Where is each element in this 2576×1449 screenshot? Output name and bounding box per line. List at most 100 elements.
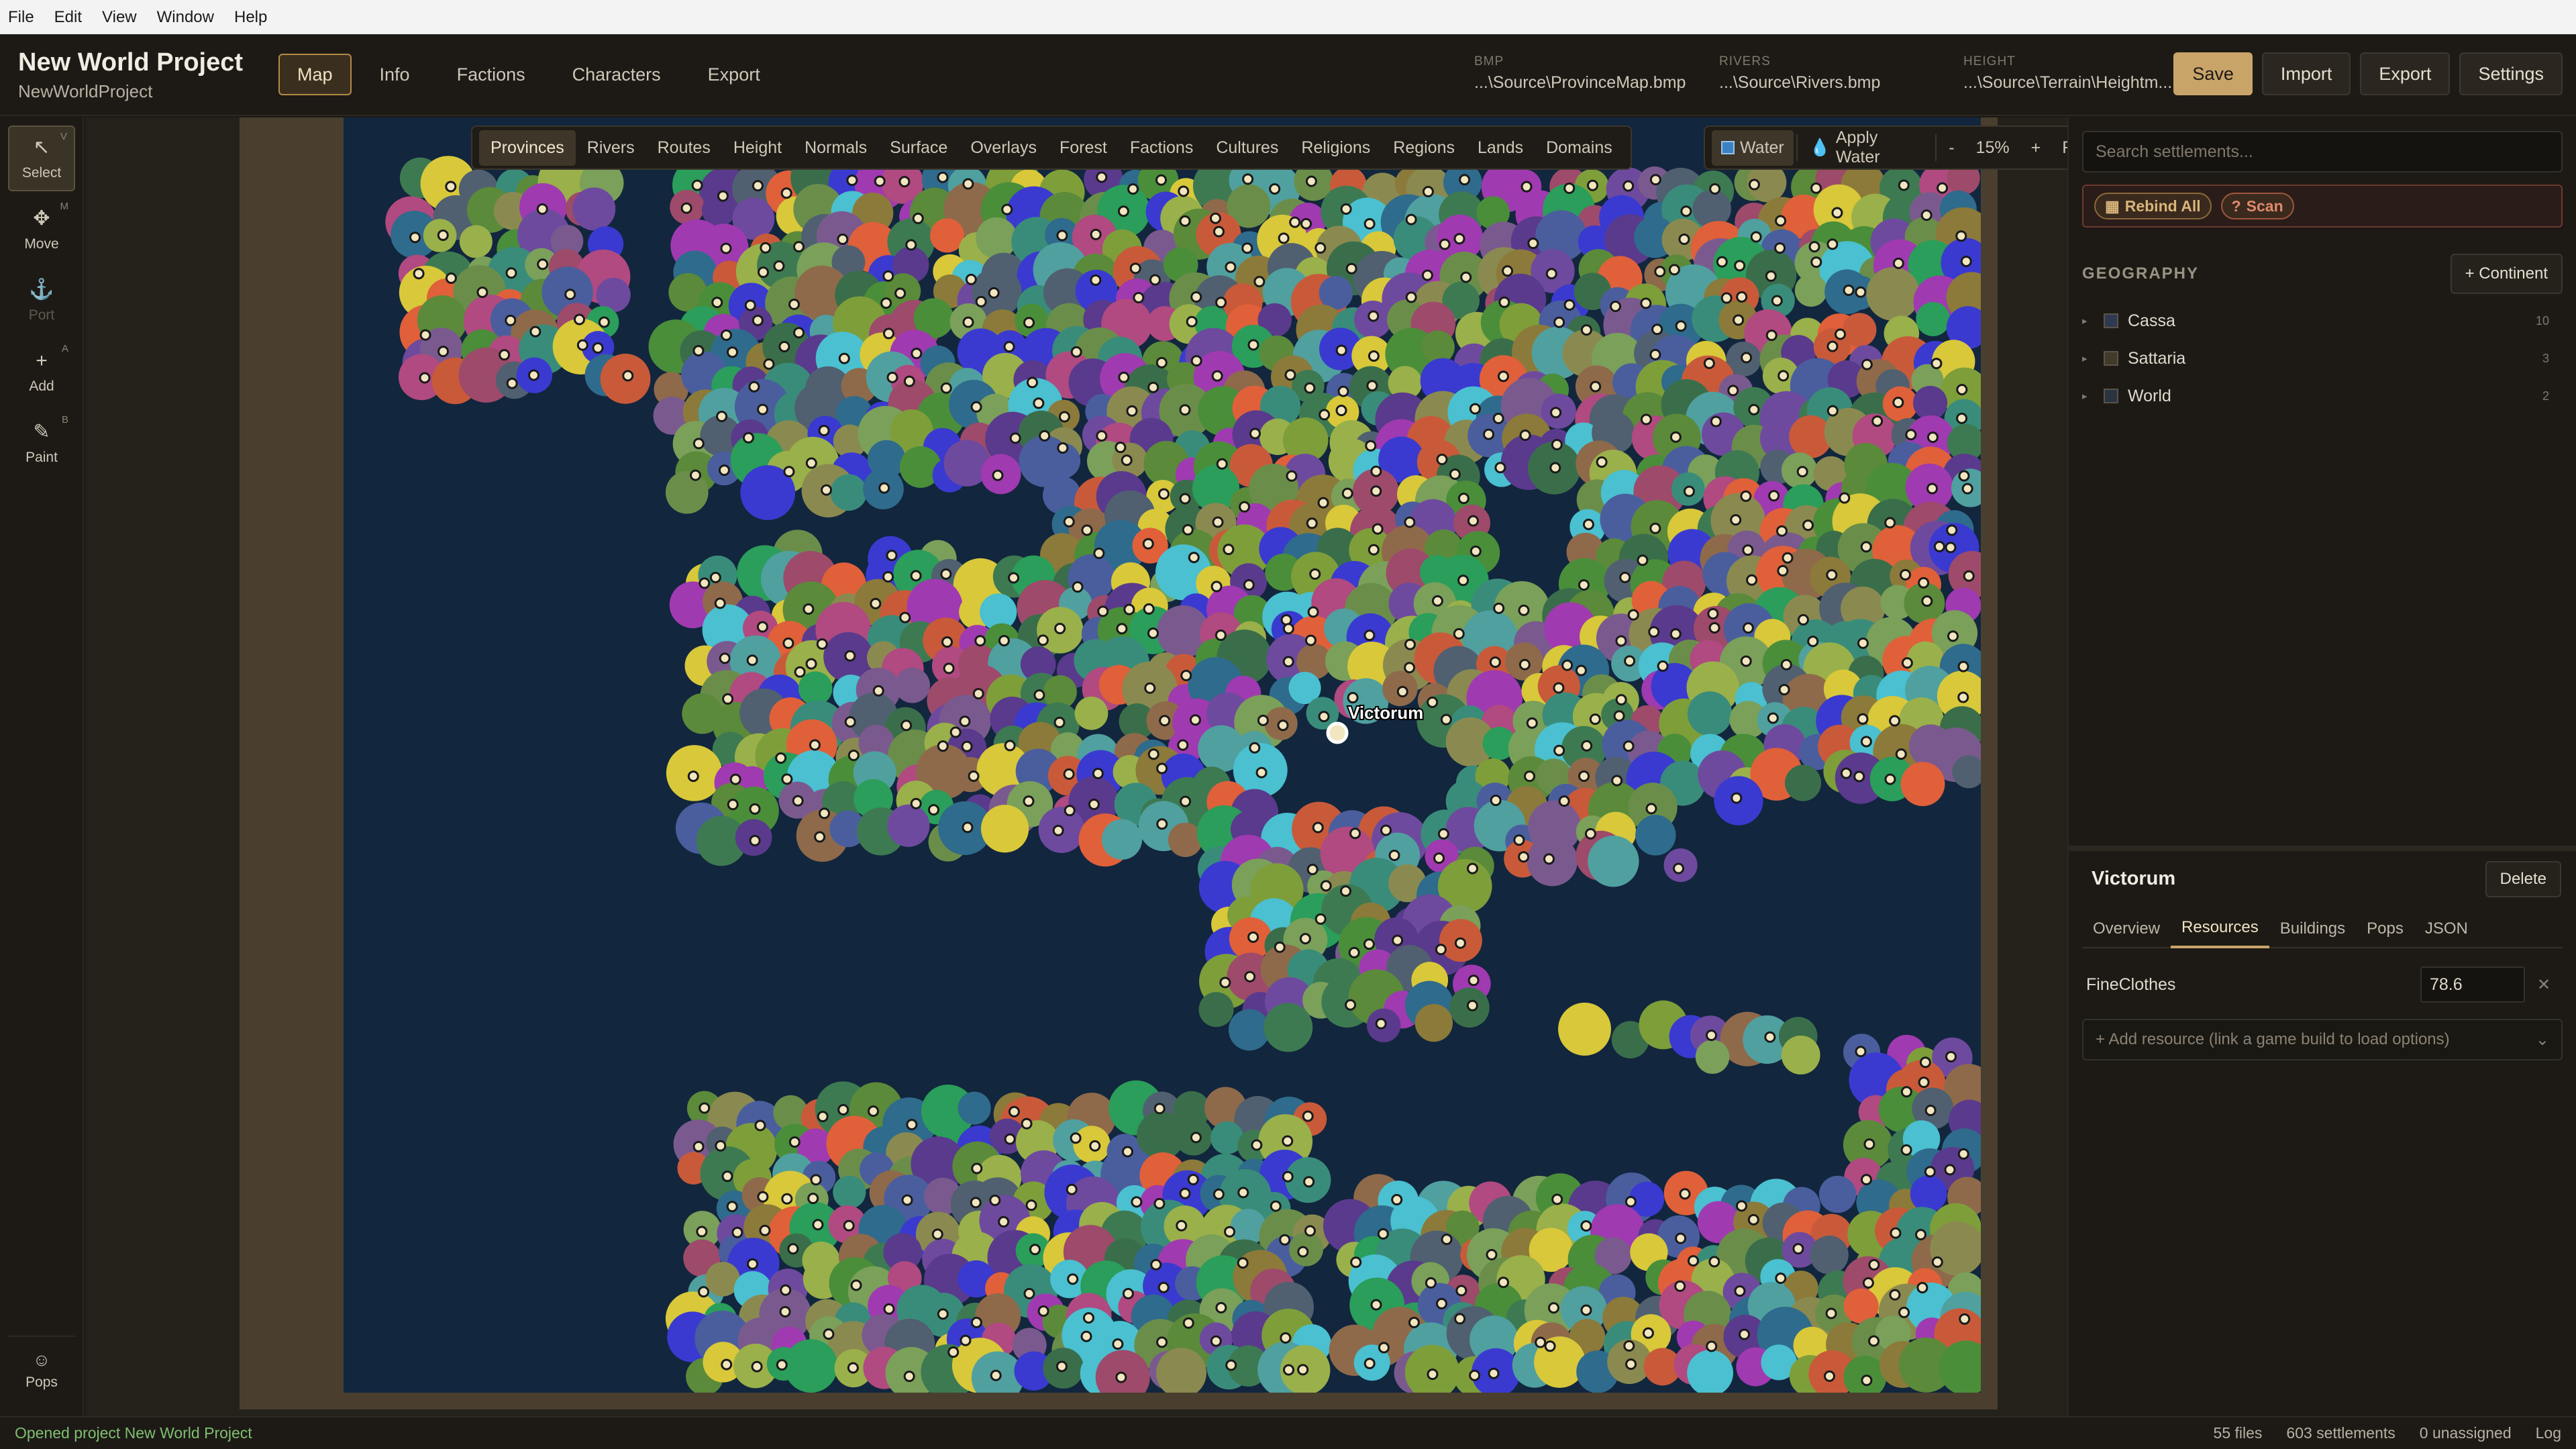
settlement-marker[interactable] bbox=[729, 773, 741, 785]
settlement-marker[interactable] bbox=[1494, 462, 1506, 474]
menu-view[interactable]: View bbox=[102, 8, 137, 27]
settlement-marker[interactable] bbox=[1619, 571, 1631, 583]
settlement-marker[interactable] bbox=[1431, 595, 1443, 607]
settlement-marker[interactable] bbox=[990, 1369, 1002, 1381]
settlement-marker[interactable] bbox=[528, 369, 540, 381]
settlement-marker[interactable] bbox=[1052, 825, 1064, 837]
settlement-marker[interactable] bbox=[1318, 711, 1330, 723]
settlement-marker[interactable] bbox=[1224, 1226, 1236, 1238]
settlement-marker[interactable] bbox=[1916, 1282, 1928, 1294]
settlement-marker[interactable] bbox=[1286, 470, 1298, 482]
settlement-marker[interactable] bbox=[1335, 405, 1347, 417]
settlement-marker[interactable] bbox=[698, 1286, 710, 1298]
settlement-marker[interactable] bbox=[709, 571, 721, 583]
settlement-marker[interactable] bbox=[1492, 413, 1504, 425]
settlement-marker[interactable] bbox=[1303, 1176, 1315, 1188]
settlement-marker[interactable] bbox=[1551, 1193, 1563, 1205]
province-cell[interactable] bbox=[459, 225, 493, 258]
settlement-marker[interactable] bbox=[937, 171, 949, 183]
settlement-marker[interactable] bbox=[1710, 415, 1722, 428]
settlement-marker[interactable] bbox=[937, 740, 949, 752]
province-cell[interactable] bbox=[958, 1091, 991, 1125]
settlement-marker[interactable] bbox=[1304, 1225, 1316, 1237]
settlement-marker[interactable] bbox=[1123, 603, 1135, 615]
settlement-marker[interactable] bbox=[1736, 291, 1748, 303]
settlement-marker[interactable] bbox=[1731, 792, 1743, 804]
settlement-marker[interactable] bbox=[1947, 630, 1959, 642]
save-button[interactable]: Save bbox=[2173, 52, 2253, 95]
settlement-marker[interactable] bbox=[1581, 740, 1593, 752]
province-cell[interactable] bbox=[1781, 1036, 1820, 1075]
settlement-marker[interactable] bbox=[1082, 1312, 1094, 1324]
settlement-marker[interactable] bbox=[476, 287, 488, 299]
settlement-marker[interactable] bbox=[1708, 1256, 1720, 1268]
settlement-marker[interactable] bbox=[1212, 516, 1224, 528]
tab-buildings[interactable]: Buildings bbox=[2269, 909, 2356, 948]
settlement-marker[interactable] bbox=[1782, 552, 1794, 564]
settlement-marker[interactable] bbox=[874, 175, 886, 187]
settlement-marker[interactable] bbox=[910, 797, 922, 809]
settlement-marker[interactable] bbox=[1898, 1306, 1910, 1318]
settlement-marker[interactable] bbox=[782, 637, 794, 649]
settlement-marker[interactable] bbox=[1070, 346, 1082, 358]
settlement-marker[interactable] bbox=[1149, 274, 1161, 286]
province-cell[interactable] bbox=[830, 474, 867, 511]
settlement-marker[interactable] bbox=[1961, 483, 1973, 495]
settlement-marker[interactable] bbox=[1066, 1183, 1078, 1195]
settlement-marker[interactable] bbox=[1306, 863, 1319, 875]
settlement-marker[interactable] bbox=[1307, 606, 1319, 618]
settlement-marker[interactable] bbox=[1278, 232, 1290, 244]
settlement-marker[interactable] bbox=[1142, 538, 1154, 550]
settlement-marker[interactable] bbox=[1957, 660, 1969, 672]
settlement-marker[interactable] bbox=[843, 1219, 855, 1232]
add-resource-select[interactable]: + Add resource (link a game build to loa… bbox=[2082, 1019, 2563, 1060]
export-button[interactable]: Export bbox=[2360, 52, 2451, 95]
settlement-marker[interactable] bbox=[792, 795, 804, 807]
settlement-marker[interactable] bbox=[1825, 1307, 1837, 1319]
continent-row-world[interactable]: ▸ World 2 bbox=[2082, 379, 2563, 413]
settlement-marker[interactable] bbox=[1884, 773, 1896, 785]
province-map-svg[interactable]: Victorum bbox=[344, 117, 1981, 1393]
settlement-marker[interactable] bbox=[1215, 629, 1227, 641]
settlement-marker[interactable] bbox=[1179, 404, 1191, 416]
settlement-marker[interactable] bbox=[850, 1279, 862, 1291]
settlement-marker[interactable] bbox=[1900, 1086, 1912, 1098]
settlement-marker[interactable] bbox=[971, 1162, 983, 1175]
settlement-marker[interactable] bbox=[727, 346, 739, 358]
settlement-marker[interactable] bbox=[838, 352, 850, 364]
settlement-marker[interactable] bbox=[1750, 231, 1762, 243]
settlement-marker[interactable] bbox=[1921, 595, 1933, 607]
nav-characters[interactable]: Characters bbox=[554, 54, 680, 95]
settlement-marker[interactable] bbox=[1317, 497, 1329, 509]
tool-port[interactable]: ⚓ Port bbox=[8, 268, 75, 334]
settlement-marker[interactable] bbox=[1931, 1256, 1943, 1268]
settlement-marker[interactable] bbox=[1182, 523, 1194, 536]
settlement-marker[interactable] bbox=[1349, 828, 1361, 840]
settlement-marker[interactable] bbox=[1153, 1103, 1166, 1115]
settlement-marker[interactable] bbox=[744, 299, 756, 311]
settlement-marker[interactable] bbox=[699, 1102, 711, 1114]
settlement-marker[interactable] bbox=[1654, 266, 1666, 278]
settlement-marker[interactable] bbox=[1190, 291, 1202, 303]
settlement-marker[interactable] bbox=[1115, 1371, 1127, 1383]
settlement-marker[interactable] bbox=[1210, 1335, 1222, 1347]
settlement-marker[interactable] bbox=[1341, 487, 1353, 499]
settlement-marker[interactable] bbox=[1157, 1281, 1170, 1293]
settlement-marker[interactable] bbox=[1930, 358, 1943, 370]
settlement-marker[interactable] bbox=[1905, 429, 1917, 441]
nav-info[interactable]: Info bbox=[361, 54, 429, 95]
layer-normals[interactable]: Normals bbox=[793, 130, 878, 166]
settlement-marker[interactable] bbox=[882, 570, 894, 583]
menu-window[interactable]: Window bbox=[157, 8, 214, 27]
settlement-marker[interactable] bbox=[1747, 1213, 1759, 1226]
settlement-marker[interactable] bbox=[1441, 1234, 1453, 1246]
province-cell[interactable] bbox=[976, 217, 1017, 259]
settlement-marker[interactable] bbox=[1945, 1050, 1957, 1062]
settlement-marker[interactable] bbox=[419, 372, 431, 384]
water-toggle[interactable]: Water bbox=[1712, 130, 1794, 166]
settlement-marker[interactable] bbox=[1589, 713, 1601, 726]
settlement-marker[interactable] bbox=[1037, 1305, 1049, 1317]
settlement-marker[interactable] bbox=[1775, 215, 1787, 227]
settlement-marker[interactable] bbox=[1453, 233, 1465, 245]
settlement-marker[interactable] bbox=[1319, 409, 1331, 421]
